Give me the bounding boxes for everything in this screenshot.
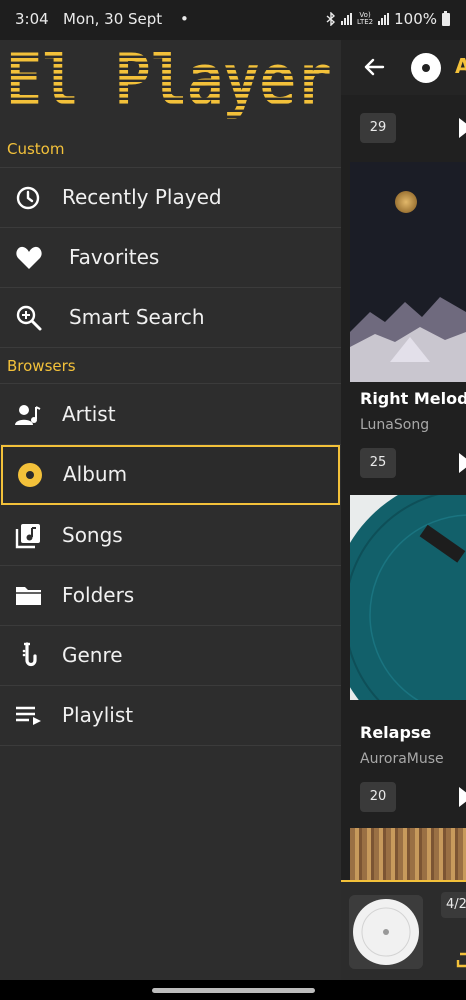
album-cover-art-2 <box>350 495 466 700</box>
signal-icon-2 <box>378 13 390 25</box>
navigation-drawer: El Player Custom Recently Played Favorit… <box>0 40 341 980</box>
status-date: Mon, 30 Sept <box>63 10 163 28</box>
album-track-count: 25 <box>360 448 396 478</box>
album-cover[interactable] <box>350 828 466 880</box>
drawer-item-songs[interactable]: Songs <box>0 506 341 566</box>
heart-icon <box>15 245 43 271</box>
mini-player[interactable]: 4/2 <box>341 880 466 980</box>
queue-position: 4/2 <box>441 892 466 918</box>
vinyl-cover-art <box>349 895 423 969</box>
play-icon[interactable] <box>459 118 466 138</box>
bluetooth-icon <box>326 12 336 26</box>
drawer-item-label: Smart Search <box>69 305 205 329</box>
album-cover[interactable] <box>350 495 466 700</box>
album-artist: LunaSong <box>360 417 430 433</box>
album-artist: AuroraMuse <box>360 751 444 767</box>
album-title[interactable]: Relapse <box>360 723 431 742</box>
drawer-item-favorites[interactable]: Favorites <box>0 228 341 288</box>
drawer-item-label: Songs <box>62 523 123 547</box>
album-cover-art-1 <box>350 162 466 382</box>
app-logo: El Player <box>6 40 332 121</box>
play-icon[interactable] <box>459 787 466 807</box>
drawer-item-album[interactable]: Album <box>1 445 340 505</box>
album-disc-icon <box>17 462 45 488</box>
drawer-item-label: Favorites <box>69 245 160 269</box>
divider <box>0 383 341 384</box>
notification-dot: • <box>180 10 189 28</box>
section-browsers-title: Browsers <box>7 357 76 375</box>
drawer-item-genre[interactable]: Genre <box>0 626 341 686</box>
now-playing-cover[interactable] <box>349 895 423 969</box>
clock-icon <box>15 185 43 211</box>
gesture-handle[interactable] <box>152 988 315 993</box>
section-custom-title: Custom <box>7 140 65 158</box>
album-cover[interactable] <box>350 162 466 382</box>
drawer-item-label: Album <box>63 462 128 486</box>
drawer-item-label: Playlist <box>62 703 134 727</box>
status-bar: 3:04 Mon, 30 Sept • Vo) LTE2 100% <box>0 0 466 40</box>
drawer-item-artist[interactable]: Artist <box>0 385 341 445</box>
play-icon[interactable] <box>459 453 466 473</box>
artist-icon <box>15 402 43 428</box>
lte-label: Vo) LTE2 <box>357 11 374 26</box>
drawer-item-smart-search[interactable]: Smart Search <box>0 288 341 348</box>
music-library-icon <box>15 523 43 549</box>
system-navigation-bar <box>0 980 466 1000</box>
battery-icon <box>442 10 450 26</box>
playlist-icon <box>15 703 43 729</box>
disc-icon <box>411 53 441 83</box>
signal-icon <box>341 13 353 25</box>
app-toolbar: A <box>341 40 466 95</box>
album-track-count: 29 <box>360 113 396 143</box>
status-icons: Vo) LTE2 100% <box>326 10 450 28</box>
album-title[interactable]: Right Melody <box>360 389 466 408</box>
drawer-item-label: Folders <box>62 583 135 607</box>
search-plus-icon <box>15 305 43 331</box>
saxophone-icon <box>15 642 43 669</box>
drawer-item-recently-played[interactable]: Recently Played <box>0 168 341 228</box>
status-time: 3:04 <box>15 10 49 28</box>
folder-icon <box>15 583 43 609</box>
drawer-item-playlist[interactable]: Playlist <box>0 686 341 746</box>
drawer-item-label: Artist <box>62 402 116 426</box>
drawer-item-label: Genre <box>62 643 123 667</box>
back-arrow-icon[interactable] <box>363 56 385 78</box>
album-list-pane: A 29 Right Melody LunaSong 25 <box>341 40 466 980</box>
drawer-item-folders[interactable]: Folders <box>0 566 341 626</box>
svg-text:El Player: El Player <box>6 40 332 121</box>
toolbar-title: A <box>455 54 466 78</box>
album-track-count: 20 <box>360 782 396 812</box>
drawer-item-label: Recently Played <box>62 185 222 209</box>
battery-percent: 100% <box>394 10 437 28</box>
repeat-icon[interactable] <box>456 948 466 970</box>
